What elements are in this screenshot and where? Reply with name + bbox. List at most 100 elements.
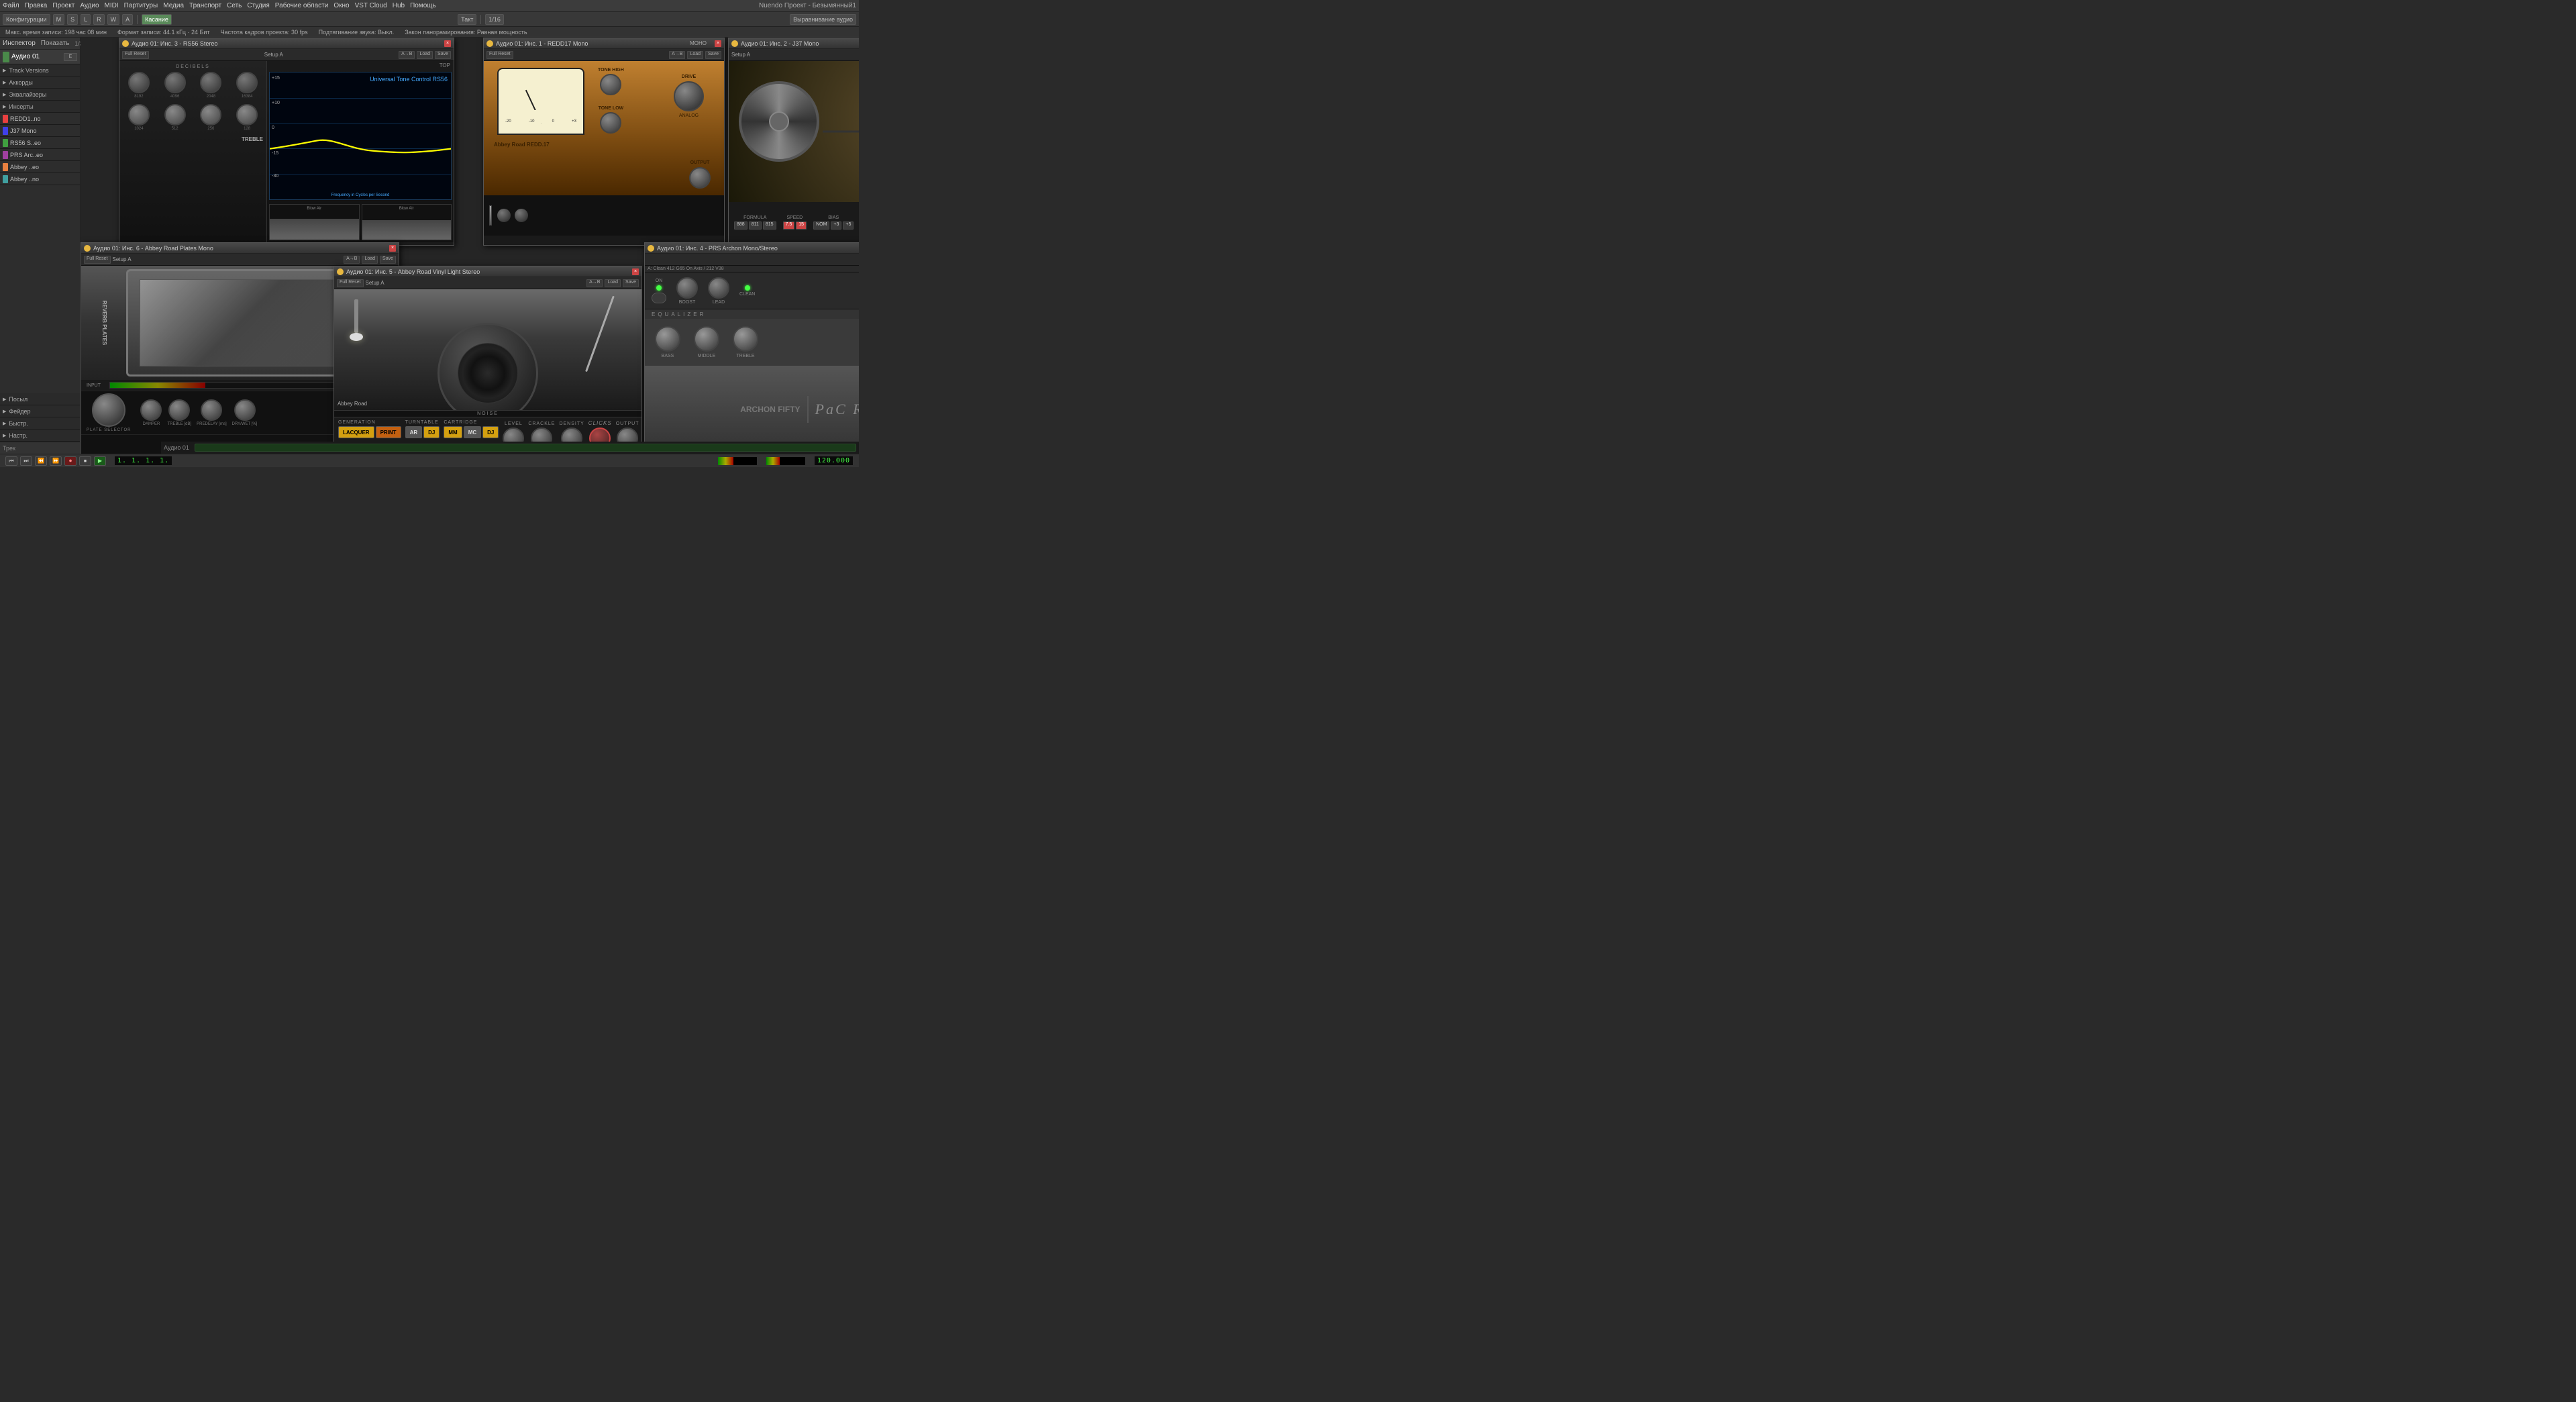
menu-hub[interactable]: Hub xyxy=(393,2,405,9)
transport-play-btn[interactable]: ▶ xyxy=(94,456,106,466)
rs56-knob-1[interactable] xyxy=(128,72,150,93)
config-btn[interactable]: Конфигурации xyxy=(3,14,50,25)
menu-network[interactable]: Сеть xyxy=(227,2,242,9)
vinyl-full-reset-btn[interactable]: Full Reset xyxy=(337,279,364,287)
redd17-ab-btn[interactable]: A→B xyxy=(669,51,685,59)
rs56-knob-3[interactable] xyxy=(200,72,221,93)
track-abbey2[interactable]: Abbey ..no xyxy=(0,173,80,185)
track-enable-btn[interactable]: E xyxy=(64,53,77,61)
track-versions-section[interactable]: Track Versions xyxy=(0,64,80,77)
show-label[interactable]: Показать xyxy=(41,40,70,47)
transport-rewind-btn[interactable]: ⏮ xyxy=(5,456,17,466)
j37-811-btn[interactable]: 811 xyxy=(749,221,762,230)
vinyl-mc-btn[interactable]: MC xyxy=(464,426,481,438)
redd17-tone-low-knob[interactable] xyxy=(600,112,621,134)
plates-drywet-knob[interactable] xyxy=(234,399,256,421)
menu-edit[interactable]: Правка xyxy=(25,2,48,9)
menu-score[interactable]: Партитуры xyxy=(124,2,158,9)
archon-lead-knob[interactable] xyxy=(708,277,729,299)
transport-fwd-btn[interactable]: ⏩ xyxy=(50,456,62,466)
vinyl-titlebar[interactable]: Аудио 01: Инс. 5 - Abbey Road Vinyl Ligh… xyxy=(334,266,641,277)
redd17-small-knob-1[interactable] xyxy=(497,209,511,222)
rs56-titlebar[interactable]: Аудио 01: Инс. 3 - RS56 Stereo × xyxy=(119,38,454,49)
redd17-titlebar[interactable]: Аудио 01: Инс. 1 - REDD17 Mono МОНО × xyxy=(484,38,724,49)
vinyl-print-btn[interactable]: PRINT xyxy=(376,426,401,438)
vinyl-load-btn[interactable]: Load xyxy=(605,279,621,287)
plates-ab-btn[interactable]: A→B xyxy=(344,256,360,264)
plates-treble-knob[interactable] xyxy=(168,399,190,421)
vinyl-lacquer-btn[interactable]: LACQUER xyxy=(338,426,374,438)
menu-midi[interactable]: MIDI xyxy=(105,2,119,9)
j37-nom-btn[interactable]: NOM xyxy=(813,221,829,230)
rs56-full-reset-btn[interactable]: Full Reset xyxy=(122,51,149,59)
menu-studio[interactable]: Студия xyxy=(247,2,269,9)
menu-transport[interactable]: Транспорт xyxy=(189,2,221,9)
inserts-section[interactable]: Инсерты xyxy=(0,101,80,113)
rs56-knob-5[interactable] xyxy=(128,104,150,126)
j37-titlebar[interactable]: Аудио 01: Инс. 2 - J37 Mono × xyxy=(729,38,859,49)
l-btn[interactable]: L xyxy=(81,14,91,25)
s-btn[interactable]: S xyxy=(67,14,78,25)
vinyl-close-btn[interactable]: × xyxy=(632,268,639,275)
vinyl-ab-btn[interactable]: A→B xyxy=(586,279,603,287)
eq-section[interactable]: Эквалайзеры xyxy=(0,89,80,101)
archon-middle-knob[interactable] xyxy=(694,326,719,352)
j37-p3-btn[interactable]: +3 xyxy=(831,221,841,230)
rs56-knob-4[interactable] xyxy=(236,72,258,93)
archon-bass-knob[interactable] xyxy=(655,326,680,352)
plates-damper-knob[interactable] xyxy=(140,399,162,421)
track-j37[interactable]: J37 Mono xyxy=(0,125,80,137)
rs56-knob-2[interactable] xyxy=(164,72,186,93)
takt-btn[interactable]: Такт xyxy=(458,14,476,25)
menu-vst-cloud[interactable]: VST Cloud xyxy=(355,2,387,9)
plates-load-btn[interactable]: Load xyxy=(362,256,378,264)
redd17-full-reset-btn[interactable]: Full Reset xyxy=(486,51,513,59)
rs56-knob-6[interactable] xyxy=(164,104,186,126)
rs56-knob-8[interactable] xyxy=(236,104,258,126)
track-prs[interactable]: PRS Arc..eo xyxy=(0,149,80,161)
vinyl-ar-btn[interactable]: AR xyxy=(405,426,423,438)
settings-section[interactable]: Настр. xyxy=(0,430,80,442)
track-redd[interactable]: REDD1..no xyxy=(0,113,80,125)
rs56-load-btn[interactable]: Load xyxy=(417,51,433,59)
redd17-tone-high-knob[interactable] xyxy=(600,74,621,95)
menu-media[interactable]: Медиа xyxy=(163,2,184,9)
plates-full-reset-btn[interactable]: Full Reset xyxy=(84,256,111,264)
archon-on-toggle[interactable] xyxy=(652,293,666,303)
chords-section[interactable]: Аккорды xyxy=(0,77,80,89)
transport-back-btn[interactable]: ⏪ xyxy=(35,456,47,466)
archon-boost-knob[interactable] xyxy=(676,277,698,299)
menu-help[interactable]: Помощь xyxy=(410,2,436,9)
rs56-close-btn[interactable]: × xyxy=(444,40,451,47)
track-rs56[interactable]: RS56 S..eo xyxy=(0,137,80,149)
fader-section[interactable]: Фейдер xyxy=(0,405,80,417)
r-btn[interactable]: R xyxy=(93,14,105,25)
j37-75-btn[interactable]: 7.5 xyxy=(783,221,795,230)
vinyl-save-btn[interactable]: Save xyxy=(623,279,639,287)
menu-audio[interactable]: Аудио xyxy=(80,2,99,9)
send-section[interactable]: Посыл xyxy=(0,393,80,405)
track-abbey1[interactable]: Abbey ..eo xyxy=(0,161,80,173)
vinyl-dj-btn[interactable]: DJ xyxy=(423,426,440,438)
plates-close-btn[interactable]: × xyxy=(389,245,396,252)
j37-p5-btn[interactable]: +5 xyxy=(843,221,854,230)
rs56-knob-7[interactable] xyxy=(200,104,221,126)
archon-titlebar[interactable]: Аудио 01: Инс. 4 - PRS Archon Mono/Stere… xyxy=(645,243,859,254)
j37-888-btn[interactable]: 888 xyxy=(734,221,748,230)
redd17-drive-knob-ctrl[interactable] xyxy=(674,81,704,111)
menu-workspaces[interactable]: Рабочие области xyxy=(275,2,329,9)
current-track-row[interactable]: Аудио 01 E xyxy=(0,50,80,64)
grid-btn[interactable]: 1/16 xyxy=(485,14,504,25)
w-btn[interactable]: W xyxy=(107,14,120,25)
quick-section[interactable]: Быстр. xyxy=(0,417,80,430)
redd17-load-btn[interactable]: Load xyxy=(687,51,703,59)
m-btn[interactable]: M xyxy=(53,14,65,25)
audio-clip[interactable] xyxy=(195,444,856,452)
j37-815-btn[interactable]: 815 xyxy=(763,221,776,230)
transport-rec-btn[interactable]: ⏺ xyxy=(64,456,76,466)
redd17-small-knob-2[interactable] xyxy=(515,209,528,222)
redd17-save-btn[interactable]: Save xyxy=(705,51,721,59)
redd17-output-fader[interactable] xyxy=(489,205,492,226)
rs56-ab-btn[interactable]: A→B xyxy=(399,51,415,59)
menu-project[interactable]: Проект xyxy=(52,2,74,9)
